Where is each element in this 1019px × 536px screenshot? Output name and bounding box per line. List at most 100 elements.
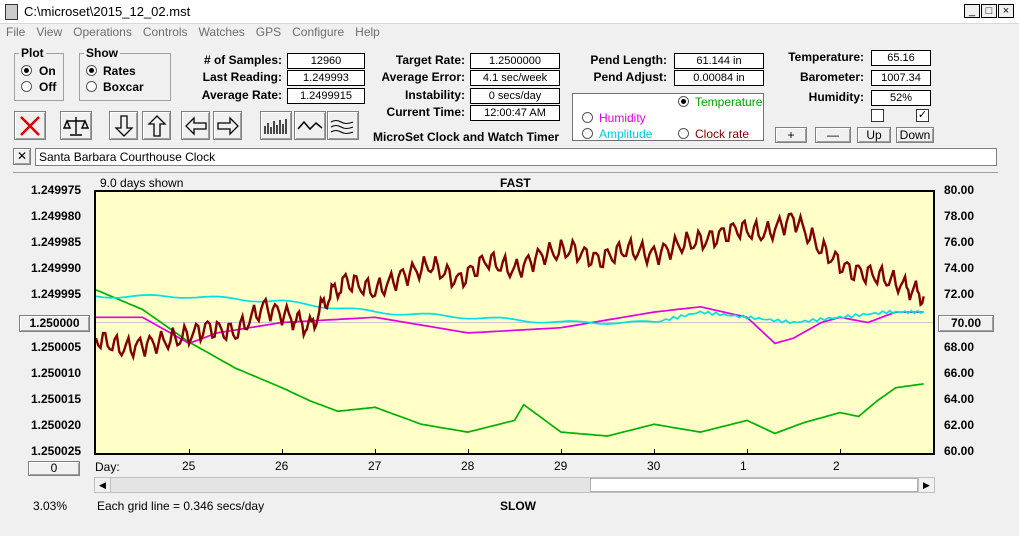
- right-tick-label: 64.00: [944, 391, 975, 406]
- rates-radio[interactable]: [86, 65, 97, 76]
- plot-on-label: On: [39, 64, 56, 78]
- x-tick-mark: [747, 449, 748, 455]
- description-field[interactable]: Santa Barbara Courthouse Clock: [35, 148, 997, 166]
- title-bar: C:\microset\2015_12_02.mst _ □ ×: [0, 0, 1019, 24]
- menu-file[interactable]: File: [0, 24, 30, 39]
- barometer-label: Barometer:: [799, 70, 864, 84]
- app-name-label: MicroSet Clock and Watch Timer: [373, 130, 560, 144]
- plot-area: [94, 190, 935, 455]
- option-checkbox-2[interactable]: ✓: [916, 109, 929, 122]
- option-checkbox-1[interactable]: [871, 109, 884, 122]
- pend-length-value: 61.144 in: [674, 53, 764, 69]
- humidity-value: 52%: [871, 90, 931, 106]
- boxcar-radio[interactable]: [86, 81, 97, 92]
- baseline-temperature-button[interactable]: 70.00: [938, 315, 994, 332]
- left-tick-label: 1.250025: [31, 444, 82, 458]
- temperature-value: 65.16: [871, 50, 931, 66]
- average-rate-label: Average Rate:: [201, 88, 282, 102]
- pend-adjust-value: 0.00084 in: [674, 70, 764, 86]
- x-tick-mark: [468, 449, 469, 455]
- baseline-rate-button[interactable]: 1.250000: [19, 315, 90, 332]
- x-tick-mark: [375, 449, 376, 455]
- close-button[interactable]: ×: [998, 4, 1014, 18]
- rates-label: Rates: [103, 64, 136, 78]
- average-rate-value: 1.2499915: [287, 88, 365, 104]
- arrow-up-icon: [146, 115, 167, 137]
- series-line-amplitude: [96, 294, 924, 325]
- right-tick-label: 62.00: [944, 417, 975, 432]
- arrow-down-icon: [113, 115, 134, 137]
- x-tick-label: 2: [833, 459, 840, 473]
- clear-description-button[interactable]: ✕: [13, 148, 31, 165]
- humidity-radio[interactable]: [582, 112, 593, 123]
- right-tick-label: 78.00: [944, 209, 975, 224]
- bars-view-button[interactable]: [260, 111, 292, 140]
- target-rate-value: 1.2500000: [470, 53, 560, 69]
- menu-configure[interactable]: Configure: [286, 24, 349, 39]
- x-tick-mark: [840, 449, 841, 455]
- amplitude-radio[interactable]: [582, 128, 593, 139]
- x-tick-mark: [561, 449, 562, 455]
- right-tick-label: 76.00: [944, 235, 975, 250]
- instability-label: Instability:: [404, 88, 465, 102]
- current-time-label: Current Time:: [386, 105, 465, 119]
- plot-on-radio[interactable]: [21, 65, 32, 76]
- minus-button[interactable]: —: [815, 127, 851, 143]
- clock-rate-radio[interactable]: [678, 128, 689, 139]
- menu-watches[interactable]: Watches: [193, 24, 250, 39]
- temperature-option-label: Temperature: [695, 95, 763, 109]
- temperature-radio[interactable]: [678, 96, 689, 107]
- right-tick-label: 80.00: [944, 183, 975, 197]
- scroll-right-arrow[interactable]: ▶: [918, 478, 934, 492]
- x-tick-mark: [654, 449, 655, 455]
- last-reading-value: 1.249993: [287, 70, 365, 86]
- temperature-label: Temperature:: [788, 50, 864, 64]
- line-view-button[interactable]: [294, 111, 326, 140]
- arrow-left-button[interactable]: [181, 111, 210, 140]
- plot-off-radio[interactable]: [21, 81, 32, 92]
- scroll-left-arrow[interactable]: ◀: [95, 478, 111, 492]
- samples-label: # of Samples:: [203, 53, 282, 67]
- offset-button[interactable]: 0: [28, 461, 80, 476]
- right-tick-label: 66.00: [944, 365, 975, 380]
- menu-help[interactable]: Help: [349, 24, 385, 39]
- instability-value: 0 secs/day: [470, 88, 560, 104]
- left-tick-label: 1.250020: [31, 417, 82, 432]
- down-button[interactable]: Down: [896, 127, 934, 143]
- stop-button[interactable]: [14, 111, 46, 140]
- x-tick-label: 1: [740, 459, 747, 473]
- scroll-thumb[interactable]: [590, 478, 918, 492]
- grid-note-label: Each grid line = 0.346 secs/day: [97, 499, 265, 513]
- percent-label: 3.03%: [33, 499, 68, 513]
- window-title: C:\microset\2015_12_02.mst: [24, 4, 191, 19]
- left-tick-label: 1.249985: [31, 235, 82, 250]
- menu-operations[interactable]: Operations: [67, 24, 137, 39]
- menu-view[interactable]: View: [30, 24, 67, 39]
- humidity-label: Humidity:: [808, 90, 864, 104]
- plus-button[interactable]: +: [775, 127, 807, 143]
- menu-controls[interactable]: Controls: [137, 24, 193, 39]
- balance-button[interactable]: [60, 111, 92, 140]
- x-tick-label: 26: [275, 459, 289, 473]
- current-time-value: 12:00:47 AM: [470, 105, 560, 121]
- menu-gps[interactable]: GPS: [250, 24, 286, 39]
- average-error-label: Average Error:: [381, 70, 465, 84]
- multi-line-view-button[interactable]: [327, 111, 359, 140]
- arrow-down-button[interactable]: [109, 111, 138, 140]
- left-tick-label: 1.250015: [31, 391, 82, 406]
- last-reading-label: Last Reading:: [202, 70, 282, 84]
- left-tick-label: 1.249975: [31, 183, 82, 197]
- minimize-button[interactable]: _: [964, 4, 980, 18]
- up-button[interactable]: Up: [857, 127, 891, 143]
- wave-icon: [297, 120, 323, 131]
- horizontal-scrollbar[interactable]: ◀ ▶: [94, 477, 935, 493]
- x-tick-mark: [282, 449, 283, 455]
- maximize-button[interactable]: □: [981, 4, 997, 18]
- histogram-icon: [264, 119, 287, 134]
- fast-label: FAST: [500, 176, 531, 190]
- series-line-temperature: [96, 289, 924, 437]
- arrow-up-button[interactable]: [142, 111, 171, 140]
- arrow-right-button[interactable]: [213, 111, 242, 140]
- boxcar-label: Boxcar: [103, 80, 144, 94]
- x-tick-label: 29: [554, 459, 568, 473]
